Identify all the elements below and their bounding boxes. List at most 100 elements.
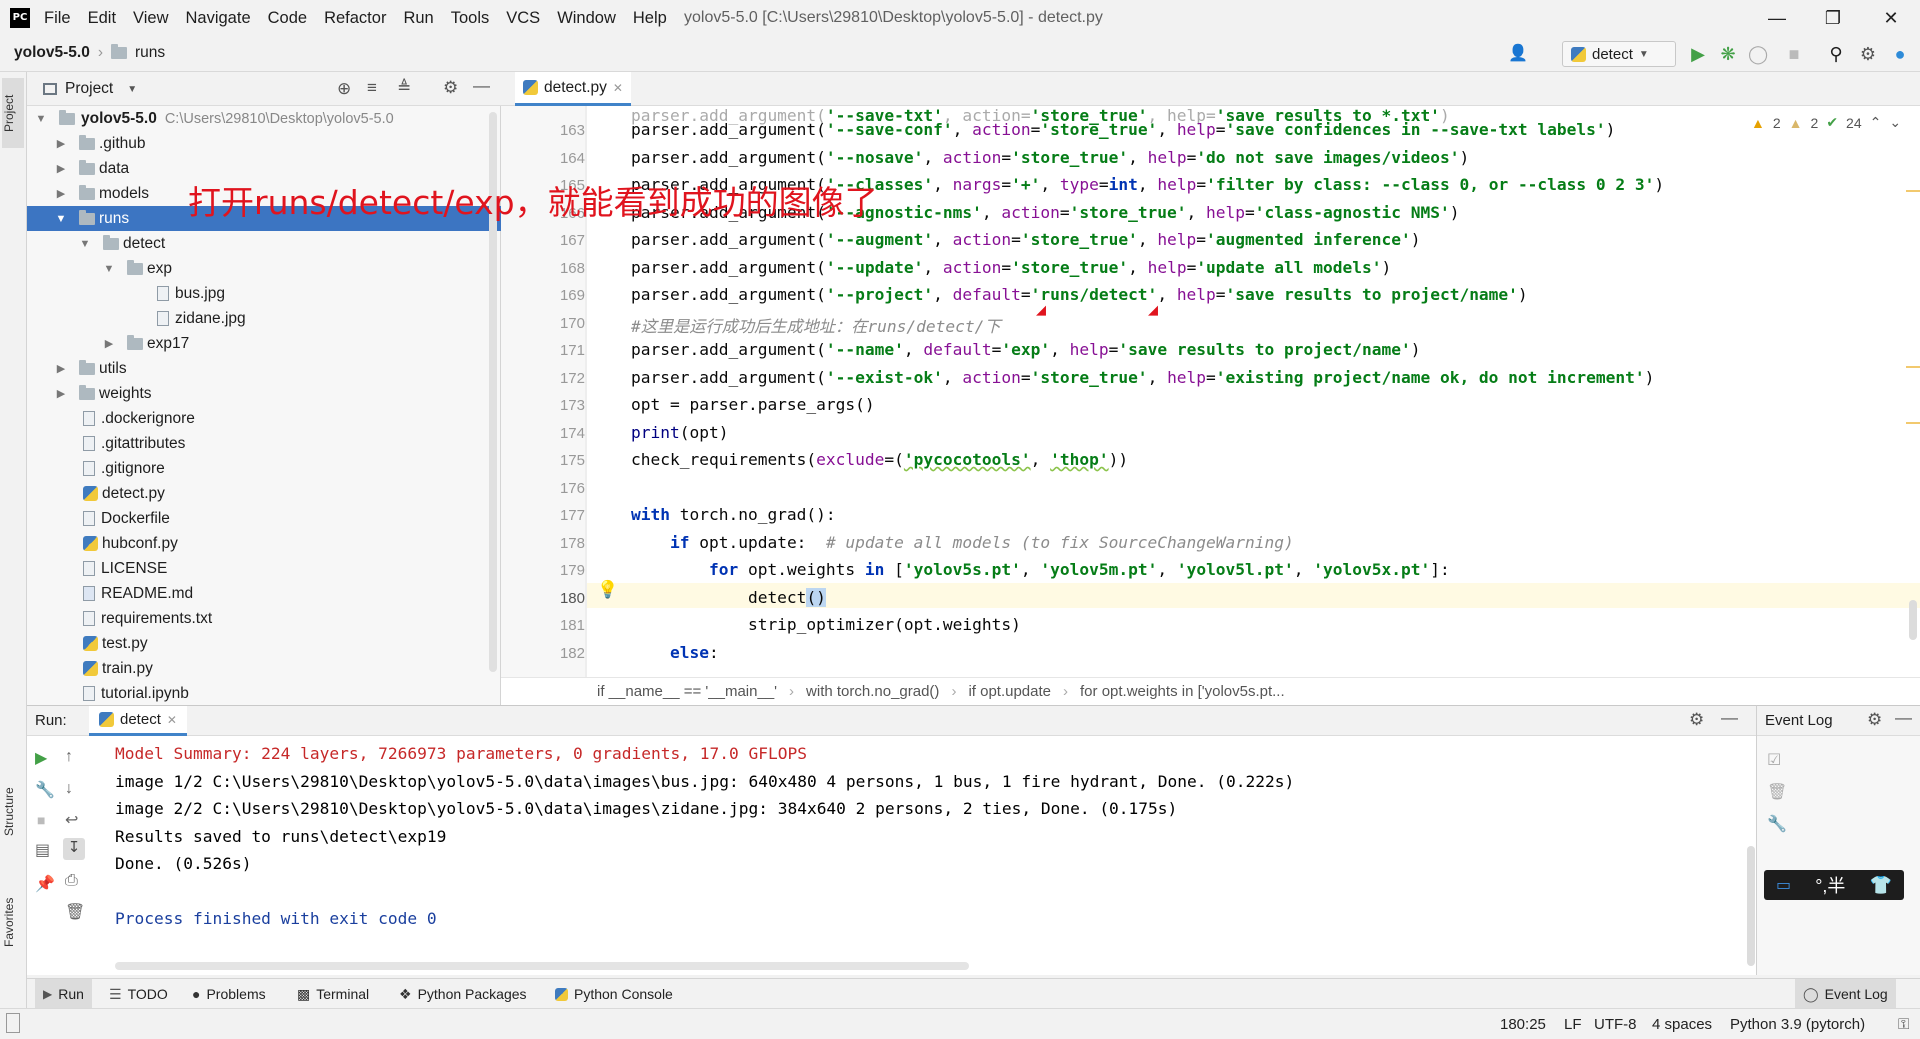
chevron-up-icon[interactable]: ⌃ bbox=[1870, 114, 1882, 131]
code-line[interactable]: check_requirements(exclude=('pycocotools… bbox=[631, 450, 1128, 469]
lightbulb-icon[interactable]: 💡 bbox=[597, 580, 618, 600]
event-log-title[interactable]: Event Log bbox=[1765, 712, 1833, 729]
menu-code[interactable]: Code bbox=[268, 9, 307, 28]
menu-vcs[interactable]: VCS bbox=[506, 9, 540, 28]
settings-gear-icon[interactable]: ⚙ bbox=[1689, 710, 1704, 730]
error-stripe-mark[interactable] bbox=[1906, 422, 1920, 424]
search-icon[interactable]: ⚲ bbox=[1826, 44, 1846, 64]
stop-icon[interactable]: ■ bbox=[1784, 44, 1804, 64]
soft-wrap-icon[interactable]: ↩ bbox=[65, 810, 78, 830]
breadcrumb-item[interactable]: if __name__ == '__main__' bbox=[597, 683, 777, 700]
menu-window[interactable]: Window bbox=[557, 9, 616, 28]
code-line[interactable]: strip_optimizer(opt.weights) bbox=[631, 615, 1021, 634]
code-line[interactable]: parser.add_argument('--name', default='e… bbox=[631, 340, 1420, 359]
code-line[interactable]: parser.add_argument('--nosave', action='… bbox=[631, 148, 1469, 167]
file-encoding[interactable]: UTF-8 bbox=[1594, 1016, 1637, 1033]
tree-item-train-py[interactable]: train.py bbox=[27, 656, 501, 681]
tree-item-utils[interactable]: ▶ utils bbox=[27, 356, 501, 381]
layout-icon[interactable]: ▤ bbox=[35, 840, 50, 860]
breadcrumb-item[interactable]: with torch.no_grad() bbox=[806, 683, 939, 700]
menu-view[interactable]: View bbox=[133, 9, 168, 28]
tree-item-test-py[interactable]: test.py bbox=[27, 631, 501, 656]
structure-tool-tab[interactable]: Structure bbox=[2, 772, 24, 852]
editor-tab-detect-py[interactable]: detect.py ✕ bbox=[515, 72, 631, 106]
stop-icon[interactable]: ■ bbox=[37, 812, 45, 828]
breadcrumb-item[interactable]: if opt.update bbox=[968, 683, 1051, 700]
menu-tools[interactable]: Tools bbox=[451, 9, 490, 28]
trash-icon[interactable]: 🗑 bbox=[1767, 782, 1787, 802]
tree-item-license[interactable]: LICENSE bbox=[27, 556, 501, 581]
settings-gear-icon[interactable]: ⚙ bbox=[1867, 710, 1882, 730]
python-interpreter[interactable]: Python 3.9 (pytorch) bbox=[1730, 1016, 1865, 1033]
tool-tab-python-packages[interactable]: ❖ Python Packages bbox=[399, 979, 527, 1009]
jetbrains-toolbox-icon[interactable]: ● bbox=[1890, 44, 1910, 64]
error-stripe-mark[interactable] bbox=[1906, 190, 1920, 192]
scroll-to-end-icon[interactable]: ↧ bbox=[63, 838, 85, 860]
hide-panel-icon[interactable]: — bbox=[1895, 708, 1912, 728]
code-line[interactable]: else: bbox=[631, 643, 719, 662]
wrench-icon[interactable]: 🔧 bbox=[35, 780, 55, 800]
menu-run[interactable]: Run bbox=[403, 9, 433, 28]
wrench-icon[interactable]: 🔧 bbox=[1767, 814, 1787, 834]
tree-item-exp[interactable]: ▼ exp bbox=[27, 256, 501, 281]
chevron-down-icon[interactable]: ⌄ bbox=[1889, 114, 1901, 131]
settings-gear-icon[interactable]: ⚙ bbox=[1858, 44, 1878, 64]
coverage-icon[interactable]: ◯ bbox=[1748, 44, 1768, 64]
code-line[interactable]: parser.add_argument('--exist-ok', action… bbox=[631, 368, 1654, 387]
breadcrumb-item[interactable]: for opt.weights in ['yolov5s.pt... bbox=[1080, 683, 1285, 700]
indent-setting[interactable]: 4 spaces bbox=[1652, 1016, 1712, 1033]
close-tab-icon[interactable]: ✕ bbox=[613, 81, 623, 95]
mark-read-icon[interactable]: ☑ bbox=[1767, 750, 1781, 770]
trash-icon[interactable]: 🗑 bbox=[65, 902, 85, 922]
tree-item-gitattributes[interactable]: .gitattributes bbox=[27, 431, 501, 456]
hide-panel-icon[interactable]: — bbox=[473, 76, 490, 96]
code-line[interactable]: parser.add_argument('--update', action='… bbox=[631, 258, 1391, 277]
tree-item-readme-md[interactable]: README.md bbox=[27, 581, 501, 606]
breadcrumb-project[interactable]: yolov5-5.0 bbox=[14, 44, 90, 62]
code-line[interactable]: for opt.weights in ['yolov5s.pt', 'yolov… bbox=[631, 560, 1450, 579]
chevron-down-icon[interactable]: ▼ bbox=[127, 84, 137, 95]
code-line[interactable]: with torch.no_grad(): bbox=[631, 505, 836, 524]
tree-item-bus-jpg[interactable]: bus.jpg bbox=[27, 281, 501, 306]
tree-item-hubconf-py[interactable]: hubconf.py bbox=[27, 531, 501, 556]
settings-gear-icon[interactable]: ⚙ bbox=[443, 78, 458, 98]
tree-item-github[interactable]: ▶ .github bbox=[27, 131, 501, 156]
tool-tab-run[interactable]: ▶ Run bbox=[35, 979, 92, 1009]
code-line[interactable]: if opt.update: # update all models (to f… bbox=[631, 533, 1294, 552]
menu-navigate[interactable]: Navigate bbox=[186, 9, 251, 28]
tree-item-gitignore[interactable]: .gitignore bbox=[27, 456, 501, 481]
run-config-select[interactable]: detect ▼ bbox=[1562, 41, 1676, 67]
editor-scrollbar[interactable] bbox=[1909, 600, 1917, 640]
tree-item-dockerignore[interactable]: .dockerignore bbox=[27, 406, 501, 431]
breadcrumb-folder[interactable]: runs bbox=[135, 44, 165, 62]
project-panel-title[interactable]: Project bbox=[65, 80, 113, 98]
code-line[interactable]: opt = parser.parse_args() bbox=[631, 395, 875, 414]
code-line[interactable]: parser.add_argument('--project', default… bbox=[631, 285, 1528, 304]
ime-skin-icon[interactable]: 👕 bbox=[1870, 875, 1892, 896]
restore-icon[interactable]: ❐ bbox=[1818, 4, 1848, 32]
tool-tab-python-console[interactable]: Python Console bbox=[555, 979, 673, 1009]
tree-item-dockerfile[interactable]: Dockerfile bbox=[27, 506, 501, 531]
minimize-icon[interactable]: — bbox=[1762, 4, 1792, 32]
menu-file[interactable]: File bbox=[44, 9, 71, 28]
collapse-all-icon[interactable]: ≜ bbox=[397, 78, 411, 98]
tree-item-requirements-txt[interactable]: requirements.txt bbox=[27, 606, 501, 631]
code-line[interactable]: print(opt) bbox=[631, 423, 728, 442]
rerun-icon[interactable]: ▶ bbox=[35, 748, 47, 768]
tool-tab-todo[interactable]: ☰ TODO bbox=[109, 979, 168, 1009]
close-icon[interactable]: ✕ bbox=[1876, 4, 1906, 32]
inspection-widget[interactable]: ▲ 2 ▲ 2 ✔ 24 ⌃ ⌄ bbox=[1751, 114, 1901, 131]
arrow-down-icon[interactable]: ↓ bbox=[65, 780, 73, 798]
tool-tab-terminal[interactable]: ▩ Terminal bbox=[297, 979, 369, 1009]
error-stripe-mark[interactable] bbox=[1906, 366, 1920, 368]
ime-chars[interactable]: °,半 bbox=[1815, 872, 1845, 898]
lock-icon[interactable]: ⚿ bbox=[1898, 1016, 1909, 1033]
tree-item-project-root[interactable]: ▼ yolov5-5.0 C:\Users\29810\Desktop\yolo… bbox=[27, 106, 501, 131]
close-tab-icon[interactable]: ✕ bbox=[167, 713, 177, 727]
ime-toolbar[interactable]: ▭ °,半 👕 bbox=[1764, 870, 1904, 900]
tree-item-zidane-jpg[interactable]: zidane.jpg bbox=[27, 306, 501, 331]
run-icon[interactable]: ▶ bbox=[1688, 44, 1708, 64]
tree-item-tutorial-ipynb[interactable]: tutorial.ipynb bbox=[27, 681, 501, 706]
code-line[interactable]: parser.add_argument('--save-conf', actio… bbox=[631, 120, 1615, 139]
console-vertical-scrollbar[interactable] bbox=[1747, 846, 1755, 966]
